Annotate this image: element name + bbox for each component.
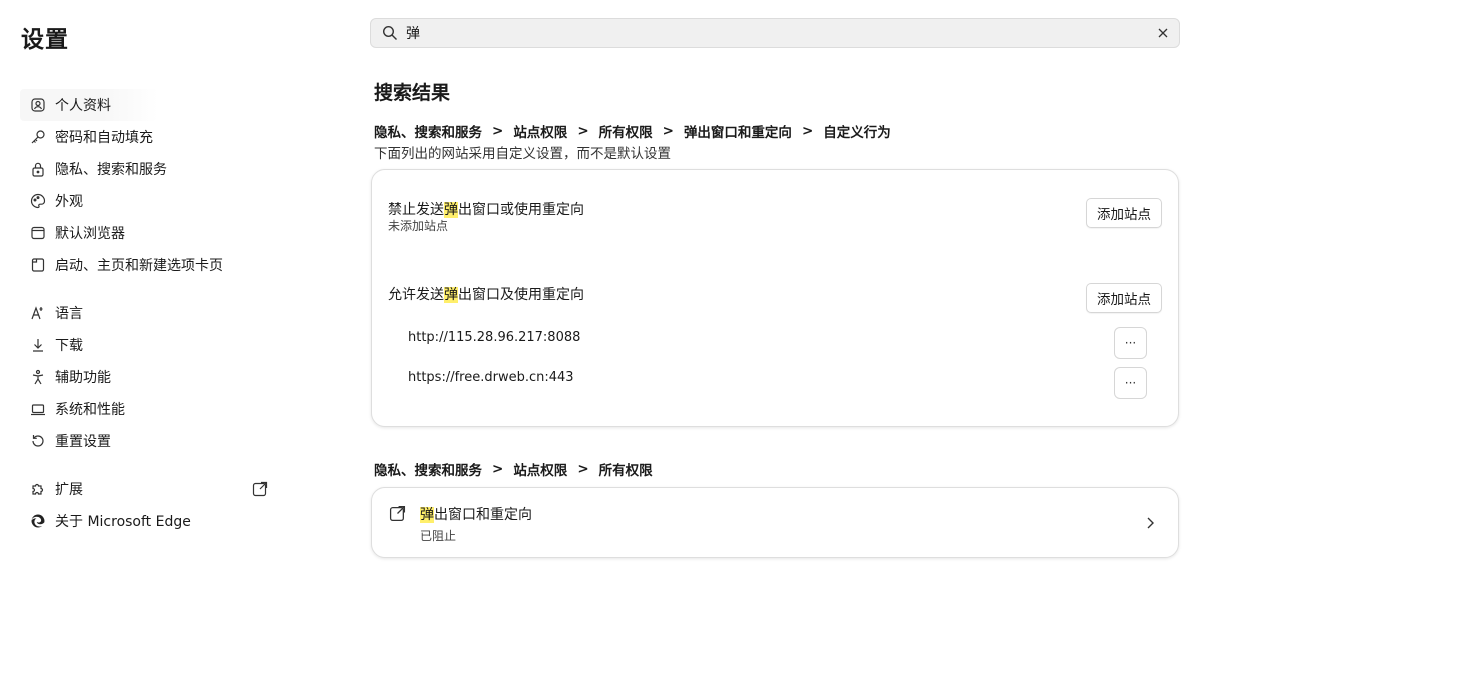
laptop-icon bbox=[30, 401, 46, 417]
browser-icon bbox=[30, 225, 46, 241]
breadcrumb-separator: > bbox=[801, 123, 814, 139]
sidebar-item-label: 默认浏览器 bbox=[55, 226, 125, 242]
sidebar-item-label: 关于 Microsoft Edge bbox=[55, 514, 191, 530]
site-more-actions-button[interactable]: ··· bbox=[1114, 327, 1147, 359]
puzzle-icon bbox=[30, 481, 46, 497]
sidebar-item-label: 扩展 bbox=[55, 482, 83, 498]
key-icon bbox=[30, 129, 46, 145]
breadcrumb-separator: > bbox=[577, 461, 589, 477]
breadcrumb-separator: > bbox=[662, 123, 674, 139]
allow-popups-title: 允许发送弹出窗口及使用重定向 bbox=[388, 284, 584, 304]
sidebar-item-privacy[interactable]: 隐私、搜索和服务 bbox=[20, 153, 280, 185]
sidebar-item-label: 下载 bbox=[55, 338, 83, 354]
popups-redirects-title: 弹出窗口和重定向 bbox=[420, 504, 532, 524]
search-icon bbox=[382, 25, 397, 40]
breadcrumb-item[interactable]: 自定义行为 bbox=[823, 121, 891, 141]
download-icon bbox=[30, 337, 46, 353]
open-in-new-icon bbox=[389, 505, 406, 522]
sidebar-item-label: 系统和性能 bbox=[55, 402, 125, 418]
sidebar-item-passwords[interactable]: 密码和自动填充 bbox=[20, 121, 280, 153]
sidebar-item-system[interactable]: 系统和性能 bbox=[20, 393, 280, 425]
breadcrumb: 隐私、搜索和服务 > 站点权限 > 所有权限 > 弹出窗口和重定向 > 自定义行… bbox=[374, 121, 891, 141]
sidebar-item-default-browser[interactable]: 默认浏览器 bbox=[20, 217, 280, 249]
sidebar-item-startup[interactable]: 启动、主页和新建选项卡页 bbox=[20, 249, 280, 281]
breadcrumb-item[interactable]: 站点权限 bbox=[513, 459, 567, 479]
breadcrumb-item[interactable]: 隐私、搜索和服务 bbox=[374, 459, 482, 479]
sidebar-item-label: 密码和自动填充 bbox=[55, 130, 153, 146]
sidebar-item-profile[interactable]: 个人资料 bbox=[20, 89, 158, 121]
search-input[interactable] bbox=[406, 25, 1157, 41]
home-icon bbox=[30, 257, 46, 273]
popups-redirects-status: 已阻止 bbox=[420, 529, 457, 543]
breadcrumb-item[interactable]: 所有权限 bbox=[599, 121, 653, 141]
sidebar-item-label: 重置设置 bbox=[55, 434, 111, 450]
title-text: 出窗口或使用重定向 bbox=[458, 202, 584, 218]
breadcrumb-item[interactable]: 站点权限 bbox=[513, 121, 567, 141]
custom-behavior-card: 禁止发送弹出窗口或使用重定向 未添加站点 添加站点 允许发送弹出窗口及使用重定向… bbox=[371, 169, 1179, 427]
sidebar-nav: 个人资料 密码和自动填充 隐私、搜索和服务 外观 默认浏览器 启动、主页和新建选… bbox=[20, 89, 280, 537]
search-highlight: 弹 bbox=[444, 287, 458, 303]
sidebar-item-reset[interactable]: 重置设置 bbox=[20, 425, 280, 457]
title-text: 禁止发送 bbox=[388, 202, 444, 218]
breadcrumb-item[interactable]: 弹出窗口和重定向 bbox=[684, 121, 792, 141]
sidebar-item-label: 隐私、搜索和服务 bbox=[55, 162, 167, 178]
search-box[interactable] bbox=[370, 18, 1180, 48]
accessibility-icon bbox=[30, 369, 46, 385]
edge-logo-icon bbox=[30, 513, 46, 529]
settings-title: 设置 bbox=[21, 27, 69, 53]
search-results-title: 搜索结果 bbox=[374, 82, 451, 104]
sidebar-item-language[interactable]: 语言 bbox=[20, 297, 280, 329]
sidebar-item-downloads[interactable]: 下载 bbox=[20, 329, 280, 361]
add-allowed-site-button[interactable]: 添加站点 bbox=[1086, 283, 1162, 313]
reset-icon bbox=[30, 433, 46, 449]
breadcrumb-item[interactable]: 隐私、搜索和服务 bbox=[374, 121, 482, 141]
sidebar-item-appearance[interactable]: 外观 bbox=[20, 185, 280, 217]
profile-icon bbox=[30, 97, 46, 113]
popups-redirects-card[interactable]: 弹出窗口和重定向 已阻止 bbox=[371, 487, 1179, 558]
allowed-site-url: http://115.28.96.217:8088 bbox=[408, 330, 581, 345]
block-popups-title: 禁止发送弹出窗口或使用重定向 bbox=[388, 199, 584, 219]
breadcrumb-item[interactable]: 所有权限 bbox=[599, 459, 653, 479]
title-text: 出窗口及使用重定向 bbox=[458, 287, 584, 303]
sidebar-item-label: 语言 bbox=[55, 306, 83, 322]
clear-search-icon[interactable] bbox=[1157, 27, 1169, 39]
breadcrumb-separator: > bbox=[492, 123, 504, 139]
add-blocked-site-button[interactable]: 添加站点 bbox=[1086, 198, 1162, 228]
sidebar-item-label: 个人资料 bbox=[55, 98, 111, 114]
search-highlight: 弹 bbox=[420, 507, 434, 523]
sidebar-item-label: 辅助功能 bbox=[55, 370, 111, 386]
section-description: 下面列出的网站采用自定义设置，而不是默认设置 bbox=[374, 146, 671, 162]
breadcrumb-separator: > bbox=[492, 461, 504, 477]
breadcrumb: 隐私、搜索和服务 > 站点权限 > 所有权限 bbox=[374, 459, 653, 479]
sidebar-item-about[interactable]: 关于 Microsoft Edge bbox=[20, 505, 280, 537]
title-text: 允许发送 bbox=[388, 287, 444, 303]
block-popups-subtitle: 未添加站点 bbox=[388, 219, 449, 233]
lock-icon bbox=[30, 161, 46, 177]
sidebar-item-extensions[interactable]: 扩展 bbox=[20, 473, 280, 505]
sidebar-item-accessibility[interactable]: 辅助功能 bbox=[20, 361, 280, 393]
title-text: 出窗口和重定向 bbox=[434, 507, 532, 523]
search-highlight: 弹 bbox=[444, 202, 458, 218]
sidebar-item-label: 外观 bbox=[55, 194, 83, 210]
external-link-icon[interactable] bbox=[252, 481, 268, 497]
language-icon bbox=[30, 305, 46, 321]
palette-icon bbox=[30, 193, 46, 209]
breadcrumb-separator: > bbox=[577, 123, 589, 139]
site-more-actions-button[interactable]: ··· bbox=[1114, 367, 1147, 399]
sidebar-item-label: 启动、主页和新建选项卡页 bbox=[55, 258, 223, 274]
chevron-right-icon bbox=[1147, 517, 1154, 529]
allowed-site-url: https://free.drweb.cn:443 bbox=[408, 370, 574, 385]
